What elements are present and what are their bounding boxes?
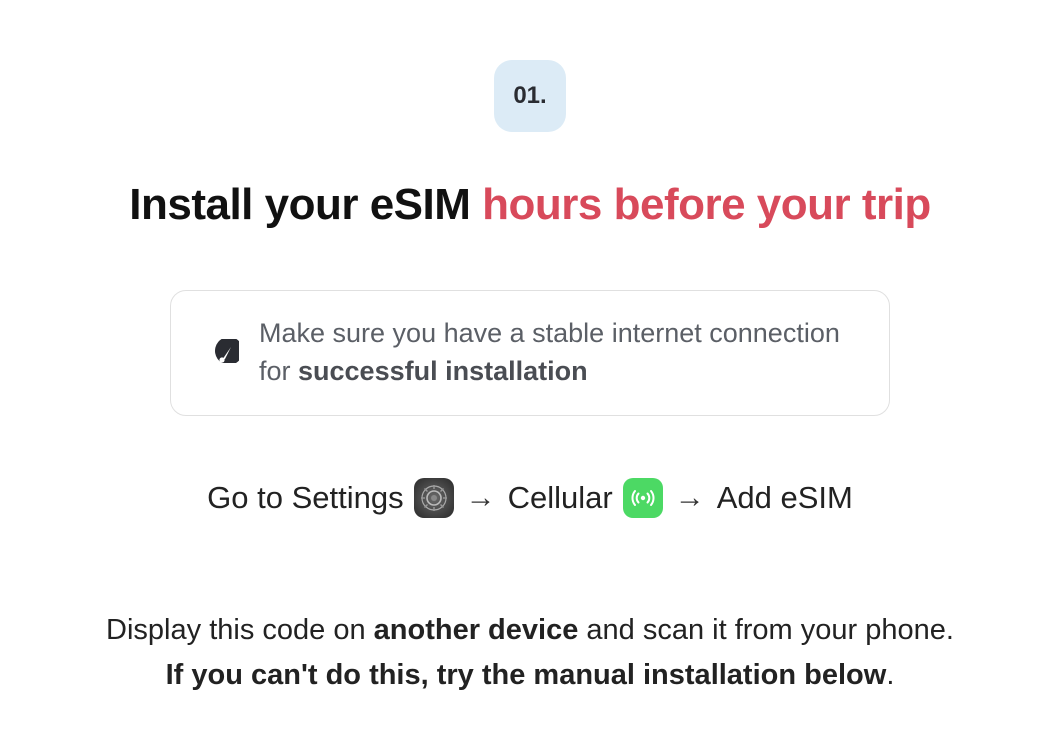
notice-bold: successful installation <box>298 356 588 386</box>
instr-line1-bold: another device <box>374 614 579 646</box>
step-number-badge: 01. <box>494 60 566 132</box>
esim-install-step: 01. Install your eSIM hours before your … <box>0 60 1060 697</box>
instr-line1-b: and scan it from your phone. <box>578 614 954 646</box>
cellular-app-icon <box>623 478 663 518</box>
arrow-icon: → <box>673 481 707 515</box>
instr-line2-end: . <box>886 659 894 691</box>
connection-notice: Make sure you have a stable internet con… <box>170 290 890 416</box>
arrow-icon: → <box>464 481 498 515</box>
speedometer-icon <box>205 339 239 367</box>
heading-prefix: Install your eSIM <box>129 180 482 229</box>
settings-app-icon <box>414 478 454 518</box>
instr-line1-a: Display this code on <box>106 614 374 646</box>
path-settings-label: Go to Settings <box>207 480 403 516</box>
instr-line2-bold: If you can't do this, try the manual ins… <box>166 659 887 691</box>
path-add-esim-label: Add eSIM <box>717 480 853 516</box>
heading: Install your eSIM hours before your trip <box>0 180 1060 230</box>
path-cellular-label: Cellular <box>508 480 613 516</box>
heading-highlight: hours before your trip <box>482 180 931 229</box>
scan-instruction: Display this code on another device and … <box>0 608 1060 698</box>
notice-text: Make sure you have a stable internet con… <box>259 315 855 391</box>
settings-path: Go to Settings → Cellular <box>0 478 1060 518</box>
step-number: 01. <box>513 82 546 110</box>
